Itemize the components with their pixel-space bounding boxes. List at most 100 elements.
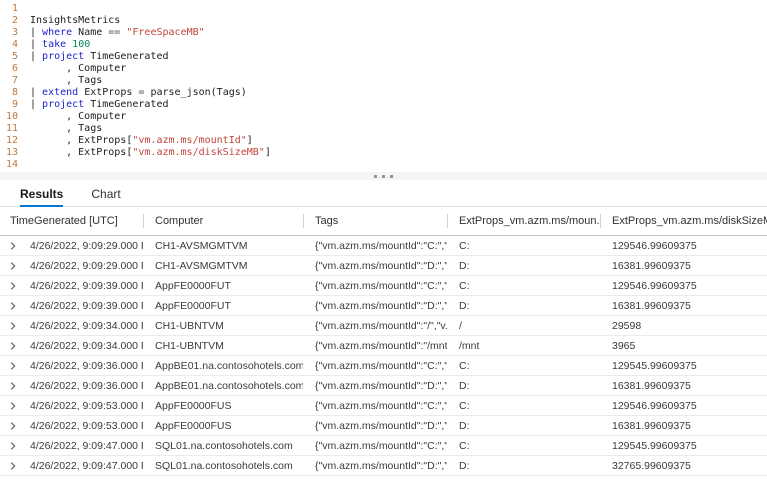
editor-line[interactable]: 6 , Computer	[0, 63, 767, 75]
line-number: 1	[0, 3, 18, 15]
row-expand-chevron-icon[interactable]	[8, 281, 18, 291]
table-row[interactable]: 4/26/2022, 9:09:29.000 PMCH1-AVSMGMTVM{"…	[0, 236, 767, 256]
computer-cell: CH1-UBNTVM	[143, 340, 303, 352]
line-number: 11	[0, 123, 18, 135]
timegenerated-cell: 4/26/2022, 9:09:53.000 PM	[0, 400, 143, 412]
column-header-timegenerated[interactable]: TimeGenerated [UTC]	[0, 207, 143, 235]
editor-line[interactable]: 8| extend ExtProps = parse_json(Tags)	[0, 87, 767, 99]
mountid-cell-text: D:	[459, 300, 470, 312]
mountid-cell: D:	[447, 460, 600, 472]
row-expand-chevron-icon[interactable]	[8, 461, 18, 471]
kql-query-editor[interactable]: 12InsightsMetrics3| where Name == "FreeS…	[0, 0, 767, 169]
computer-cell: SQL01.na.contosohotels.com	[143, 440, 303, 452]
computer-cell: AppFE0000FUS	[143, 420, 303, 432]
editor-line[interactable]: 3| where Name == "FreeSpaceMB"	[0, 27, 767, 39]
editor-line[interactable]: 7 , Tags	[0, 75, 767, 87]
row-expand-chevron-icon[interactable]	[8, 361, 18, 371]
row-expand-chevron-icon[interactable]	[8, 321, 18, 331]
tab-chart[interactable]: Chart	[91, 182, 120, 207]
table-row[interactable]: 4/26/2022, 9:09:47.000 PMSQL01.na.contos…	[0, 456, 767, 476]
table-row[interactable]: 4/26/2022, 9:09:34.000 PMCH1-UBNTVM {"vm.…	[0, 316, 767, 336]
table-row[interactable]: 4/26/2022, 9:09:29.000 PM CH1-AVSMGMTVM {"…	[0, 256, 767, 276]
mountid-cell-text: /mnt	[459, 340, 479, 352]
disksizemb-cell-text: 129546.99609375	[612, 240, 697, 252]
table-row[interactable]: 4/26/2022, 9:09:39.000 PMAppFE0000FUT{"v…	[0, 276, 767, 296]
row-expand-chevron-icon[interactable]	[8, 401, 18, 411]
timegenerated-cell: 4/26/2022, 9:09:34.000 PM	[0, 320, 143, 332]
results-tabbar: Results Chart	[0, 182, 767, 207]
tab-results[interactable]: Results	[20, 182, 63, 207]
editor-line[interactable]: 9| project TimeGenerated	[0, 99, 767, 111]
disksizemb-cell: 129546.99609375	[600, 400, 767, 412]
computer-cell-text: AppBE01.na.contosohotels.com	[155, 360, 303, 372]
editor-line[interactable]: 13 , ExtProps["vm.azm.ms/diskSizeMB"]	[0, 147, 767, 159]
editor-line[interactable]: 10 , Computer	[0, 111, 767, 123]
tags-cell-text: {"vm.azm.ms/mountId":"/","v...	[315, 320, 447, 332]
editor-line[interactable]: 2InsightsMetrics	[0, 15, 767, 27]
row-expand-chevron-icon[interactable]	[8, 341, 18, 351]
computer-cell: AppFE0000FUT	[143, 280, 303, 292]
code-text: , Computer	[30, 111, 126, 123]
disksizemb-cell: 129545.99609375	[600, 360, 767, 372]
computer-cell-text: CH1-AVSMGMTVM	[155, 260, 248, 272]
column-header-extprops-mountid[interactable]: ExtProps_vm.azm.ms/moun...	[447, 207, 600, 235]
splitter-dots-icon	[382, 175, 385, 178]
row-expand-chevron-icon[interactable]	[8, 241, 18, 251]
table-row[interactable]: 4/26/2022, 9:09:47.000 PMSQL01.na.contos…	[0, 436, 767, 456]
line-number: 4	[0, 39, 18, 51]
table-row[interactable]: 4/26/2022, 9:09:53.000 PMAppFE0000FUS{"v…	[0, 396, 767, 416]
line-number: 5	[0, 51, 18, 63]
timegenerated-text: 4/26/2022, 9:09:29.000 PM	[30, 260, 143, 272]
timegenerated-cell: 4/26/2022, 9:09:29.000 PM	[0, 240, 143, 252]
splitter-dots-icon	[374, 175, 377, 178]
editor-line[interactable]: 14	[0, 159, 767, 169]
editor-line[interactable]: 12 , ExtProps["vm.azm.ms/mountId"]	[0, 135, 767, 147]
computer-cell: SQL01.na.contosohotels.com	[143, 460, 303, 472]
row-expand-chevron-icon[interactable]	[8, 441, 18, 451]
computer-cell: CH1-UBNTVM	[143, 320, 303, 332]
disksizemb-cell-text: 16381.99609375	[612, 380, 691, 392]
timegenerated-cell: 4/26/2022, 9:09:53.000 PM	[0, 420, 143, 432]
computer-cell: AppBE01.na.contosohotels.com	[143, 380, 303, 392]
disksizemb-cell: 16381.99609375	[600, 300, 767, 312]
timegenerated-cell: 4/26/2022, 9:09:34.000 PM	[0, 340, 143, 352]
table-row[interactable]: 4/26/2022, 9:09:53.000 PMAppFE0000FUS{"v…	[0, 416, 767, 436]
tags-cell-text: {"vm.azm.ms/mountId":"D:","v...	[315, 380, 447, 392]
splitter-drag-handle[interactable]	[0, 172, 767, 180]
column-header-computer[interactable]: Computer	[143, 207, 303, 235]
table-row[interactable]: 4/26/2022, 9:09:39.000 PMAppFE0000FUT{"v…	[0, 296, 767, 316]
table-row[interactable]: 4/26/2022, 9:09:36.000 PMAppBE01.na.cont…	[0, 356, 767, 376]
timegenerated-cell: 4/26/2022, 9:09:29.000 PM	[0, 260, 143, 272]
mountid-cell: D:	[447, 380, 600, 392]
timegenerated-text: 4/26/2022, 9:09:39.000 PM	[30, 280, 143, 292]
timegenerated-text: 4/26/2022, 9:09:36.000 PM	[30, 380, 143, 392]
timegenerated-text: 4/26/2022, 9:09:47.000 PM	[30, 440, 143, 452]
disksizemb-cell: 129546.99609375	[600, 240, 767, 252]
table-row[interactable]: 4/26/2022, 9:09:36.000 PMAppBE01.na.cont…	[0, 376, 767, 396]
editor-line[interactable]: 4 | take 100	[0, 39, 767, 51]
code-text: , ExtProps["vm.azm.ms/mountId"]	[30, 135, 253, 147]
editor-line[interactable]: 5| project TimeGenerated	[0, 51, 767, 63]
disksizemb-cell: 32765.99609375	[600, 460, 767, 472]
code-text: | take 100	[30, 39, 90, 51]
column-header-extprops-disksizemb[interactable]: ExtProps_vm.azm.ms/diskSizeMB	[600, 207, 767, 235]
computer-cell-text: AppFE0000FUS	[155, 420, 231, 432]
row-expand-chevron-icon[interactable]	[8, 261, 18, 271]
column-header-tags[interactable]: Tags	[303, 207, 447, 235]
tags-cell: {"vm.azm.ms/mountId":"D:","v...	[303, 300, 447, 312]
code-text: , Computer	[30, 63, 126, 75]
editor-line[interactable]: 11 , Tags	[0, 123, 767, 135]
timegenerated-text: 4/26/2022, 9:09:53.000 PM	[30, 420, 143, 432]
code-text: , Tags	[30, 75, 102, 87]
row-expand-chevron-icon[interactable]	[8, 301, 18, 311]
row-expand-chevron-icon[interactable]	[8, 381, 18, 391]
editor-line[interactable]: 1	[0, 3, 767, 15]
computer-cell: CH1-AVSMGMTVM	[143, 240, 303, 252]
row-expand-chevron-icon[interactable]	[8, 421, 18, 431]
line-number: 12	[0, 135, 18, 147]
splitter-dots-icon	[390, 175, 393, 178]
disksizemb-cell-text: 129545.99609375	[612, 440, 697, 452]
tags-cell: {"vm.azm.ms/mountId":"D:","v...	[303, 260, 447, 272]
tags-cell: {"vm.azm.ms/mountId":"/","v...	[303, 320, 447, 332]
table-row[interactable]: 4/26/2022, 9:09:34.000 PMCH1-UBNTVM{"vm.…	[0, 336, 767, 356]
